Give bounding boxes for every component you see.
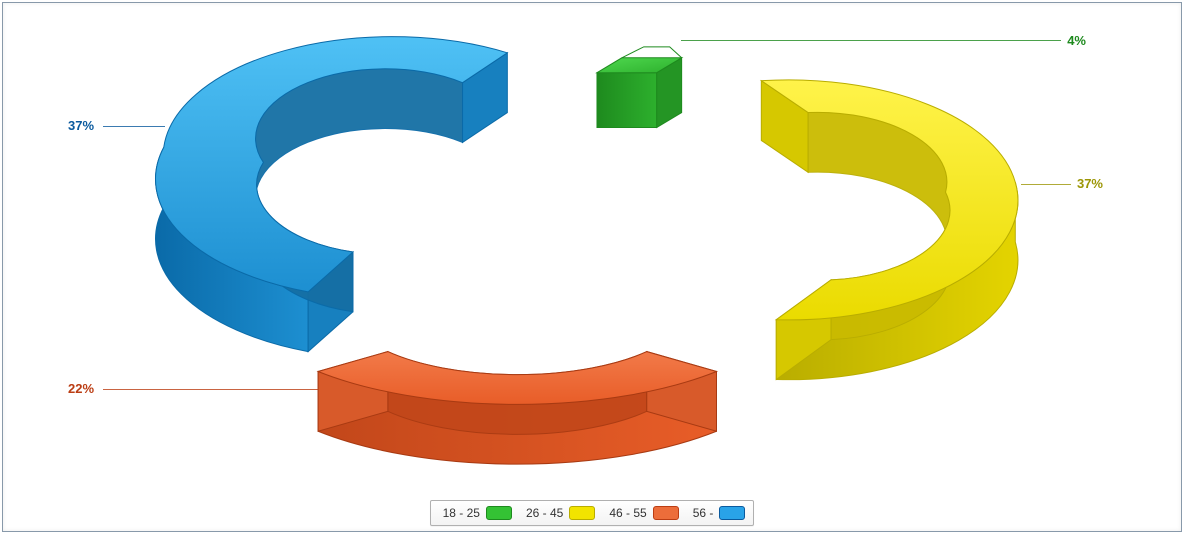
legend-swatch-blue [719,506,745,520]
slice-label-18-25: 4% [1067,33,1086,48]
slice-18-25 [597,47,682,128]
legend-label: 26 - 45 [526,506,563,520]
legend-swatch-green [486,506,512,520]
donut-3d [3,3,1181,497]
legend-label: 56 - [693,506,714,520]
leader-26-45 [1021,184,1071,185]
legend: 18 - 25 26 - 45 46 - 55 56 - [3,499,1181,527]
slice-label-56-plus: 37% [68,118,94,133]
legend-item-26-45[interactable]: 26 - 45 [526,506,595,520]
slice-56-plus [156,37,508,352]
slice-46-55 [318,352,716,465]
chart-area: 4% 37% 22% 37% [3,3,1181,497]
legend-swatch-yellow [569,506,595,520]
slice-label-46-55: 22% [68,381,94,396]
slice-26-45 [761,80,1018,380]
leader-46-55 [103,389,318,390]
legend-swatch-orange [653,506,679,520]
leader-18-25 [681,40,1061,41]
legend-item-56-plus[interactable]: 56 - [693,506,746,520]
legend-box: 18 - 25 26 - 45 46 - 55 56 - [430,500,755,526]
slice-label-26-45: 37% [1077,176,1103,191]
legend-label: 46 - 55 [609,506,646,520]
chart-frame: 4% 37% 22% 37% 18 - 25 26 - 45 46 - 55 5… [2,2,1182,532]
legend-label: 18 - 25 [443,506,480,520]
legend-item-18-25[interactable]: 18 - 25 [443,506,512,520]
legend-item-46-55[interactable]: 46 - 55 [609,506,678,520]
leader-56-plus [103,126,165,127]
